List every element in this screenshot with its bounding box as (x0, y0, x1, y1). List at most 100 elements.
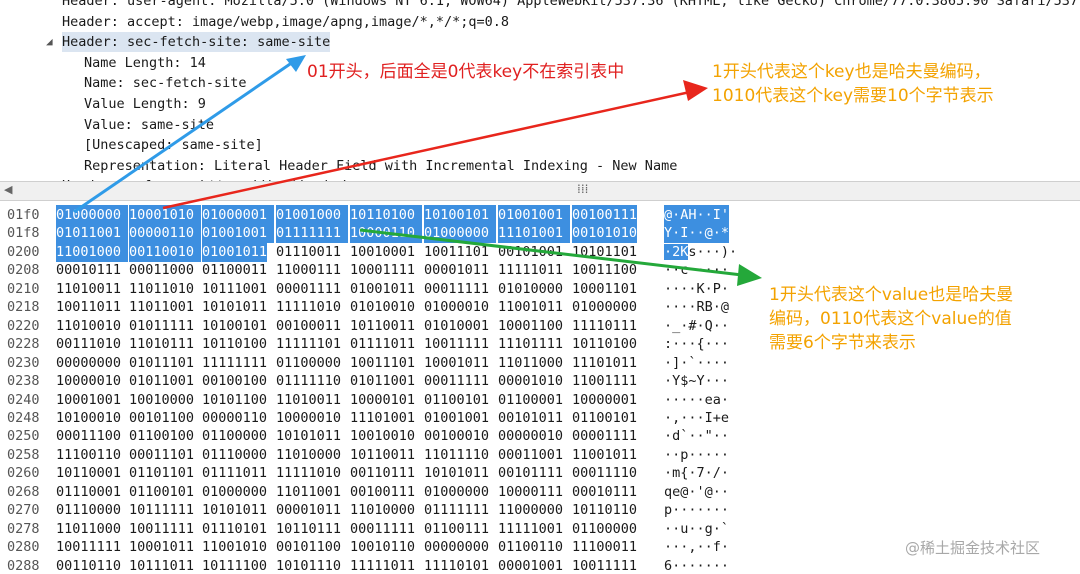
hex-byte[interactable]: 10011101 (350, 353, 415, 373)
hex-ascii[interactable]: ·,···I+e (664, 408, 729, 428)
hex-byte[interactable]: 11111001 (498, 519, 563, 539)
hex-byte[interactable]: 00101100 (276, 537, 341, 557)
hex-byte[interactable]: 00000110 (202, 408, 267, 428)
hex-byte[interactable]: 01000000 (56, 205, 129, 225)
hex-byte[interactable]: 00000000 (424, 537, 489, 557)
hex-byte[interactable]: 01010000 (498, 279, 563, 299)
hex-byte[interactable]: 00001111 (276, 279, 341, 299)
hex-byte[interactable]: 00001010 (498, 371, 563, 391)
hex-byte[interactable]: 01100001 (498, 390, 563, 410)
hex-byte[interactable]: 01000000 (424, 223, 497, 244)
hex-byte[interactable]: 10100101 (202, 316, 267, 336)
hex-byte[interactable]: 11101001 (350, 408, 415, 428)
hex-byte[interactable]: 01000000 (572, 297, 637, 317)
hex-byte[interactable]: 01100100 (129, 426, 194, 446)
hex-byte[interactable]: 11010011 (56, 279, 121, 299)
hex-byte[interactable]: 10110111 (276, 519, 341, 539)
hex-byte[interactable]: 00011101 (129, 445, 194, 465)
hex-byte[interactable]: 00111010 (56, 334, 121, 354)
hex-byte[interactable]: 10101011 (424, 463, 489, 483)
hex-byte[interactable]: 11000111 (276, 260, 341, 280)
hex-ascii[interactable]: ·····ea· (664, 390, 729, 410)
scroll-left-icon[interactable]: ◀ (4, 183, 12, 196)
hex-byte[interactable]: 01011101 (129, 353, 194, 373)
hex-byte[interactable]: 01000001 (202, 205, 275, 225)
hex-byte[interactable]: 11010000 (350, 500, 415, 520)
hex-byte[interactable]: 11101001 (498, 223, 571, 244)
hex-ascii[interactable]: p······· (664, 500, 729, 520)
hex-byte[interactable]: 11111011 (350, 556, 415, 574)
hex-byte[interactable]: 10101100 (202, 390, 267, 410)
hex-byte[interactable]: 10000001 (572, 390, 637, 410)
hex-byte[interactable]: 11010111 (129, 334, 194, 354)
hex-byte[interactable]: 10000111 (498, 482, 563, 502)
hex-byte[interactable]: 11101111 (498, 334, 563, 354)
hex-byte[interactable]: 00100010 (424, 426, 489, 446)
hex-byte[interactable]: 10100010 (56, 408, 121, 428)
hex-byte[interactable]: 10010001 (350, 242, 415, 262)
hex-byte[interactable]: 01111111 (424, 500, 489, 520)
hex-byte[interactable]: 01100000 (276, 353, 341, 373)
hex-byte[interactable]: 01010001 (424, 316, 489, 336)
hex-byte[interactable]: 01000010 (424, 297, 489, 317)
hex-ascii[interactable]: ··p····· (664, 445, 729, 465)
hex-ascii[interactable]: ·d`··"·· (664, 426, 729, 446)
hex-byte[interactable]: 00010111 (56, 260, 121, 280)
hex-byte[interactable]: 10001011 (129, 537, 194, 557)
hex-byte[interactable]: 01001001 (424, 408, 489, 428)
hex-byte[interactable]: 11001111 (572, 371, 637, 391)
hex-byte[interactable]: 01100000 (202, 426, 267, 446)
hex-byte[interactable]: 10001011 (424, 353, 489, 373)
hex-ascii[interactable]: @·AH··I' (664, 205, 730, 225)
hex-byte[interactable]: 00000110 (129, 223, 202, 244)
hex-byte[interactable]: 00100111 (350, 482, 415, 502)
hex-byte[interactable]: 01111110 (276, 371, 341, 391)
hex-byte[interactable]: 00000000 (56, 353, 121, 373)
hex-ascii[interactable]: ·Y$~Y··· (664, 371, 729, 391)
hex-byte[interactable]: 10101011 (276, 426, 341, 446)
hex-byte[interactable]: 11110101 (424, 556, 489, 574)
hex-byte[interactable]: 10001100 (498, 316, 563, 336)
hex-byte[interactable]: 11100110 (56, 445, 121, 465)
hex-byte[interactable]: 00110111 (350, 463, 415, 483)
hex-byte[interactable]: 10110100 (202, 334, 267, 354)
hex-byte[interactable]: 01100101 (129, 482, 194, 502)
pane-splitter[interactable]: ◀ ⁞⁞⁞ (0, 181, 1080, 201)
hex-byte[interactable]: 00101100 (129, 408, 194, 428)
hex-byte[interactable]: 10110100 (572, 334, 637, 354)
hex-byte[interactable]: 00101010 (572, 223, 638, 244)
hex-byte[interactable]: 10011011 (56, 297, 121, 317)
hex-byte[interactable]: 10000010 (56, 371, 121, 391)
hex-byte[interactable]: 00011111 (424, 279, 489, 299)
hex-byte[interactable]: 00011111 (424, 371, 489, 391)
hex-byte[interactable]: 01100111 (424, 519, 489, 539)
hex-ascii[interactable]: ·]·`···· (664, 353, 729, 373)
hex-byte[interactable]: 00001011 (424, 260, 489, 280)
hex-byte[interactable]: 10111011 (129, 556, 194, 574)
hex-byte[interactable]: 00100100 (202, 371, 267, 391)
hex-byte[interactable]: 11010011 (276, 390, 341, 410)
hex-byte[interactable]: 11111010 (276, 297, 341, 317)
hex-byte[interactable]: 01001011 (350, 279, 415, 299)
hex-byte[interactable]: 10010010 (350, 426, 415, 446)
hex-byte[interactable]: 10110001 (56, 463, 121, 483)
hex-byte[interactable]: 10101110 (276, 556, 341, 574)
hex-ascii[interactable]: ·_·#·Q·· (664, 316, 729, 336)
hex-byte[interactable]: 01011001 (350, 371, 415, 391)
hex-byte[interactable]: 11011000 (498, 353, 563, 373)
hex-byte[interactable]: 11111010 (276, 463, 341, 483)
hex-byte[interactable]: 00011110 (572, 463, 637, 483)
hex-byte[interactable]: 11011000 (56, 519, 121, 539)
hex-byte[interactable]: 10011101 (424, 242, 489, 262)
hex-byte[interactable]: 10001101 (572, 279, 637, 299)
hex-byte[interactable]: 11011001 (129, 297, 194, 317)
hex-byte[interactable]: 01111011 (202, 463, 267, 483)
hex-byte[interactable]: 00011001 (498, 445, 563, 465)
hex-byte[interactable]: 11111011 (498, 260, 563, 280)
hex-byte[interactable]: 01100011 (202, 260, 267, 280)
hex-byte[interactable]: 10110100 (350, 205, 423, 225)
hex-byte[interactable]: 10001001 (56, 390, 121, 410)
hex-byte[interactable]: 10011111 (129, 519, 194, 539)
hex-byte[interactable]: 01000000 (202, 482, 267, 502)
hex-byte[interactable]: 10000110 (350, 223, 423, 244)
